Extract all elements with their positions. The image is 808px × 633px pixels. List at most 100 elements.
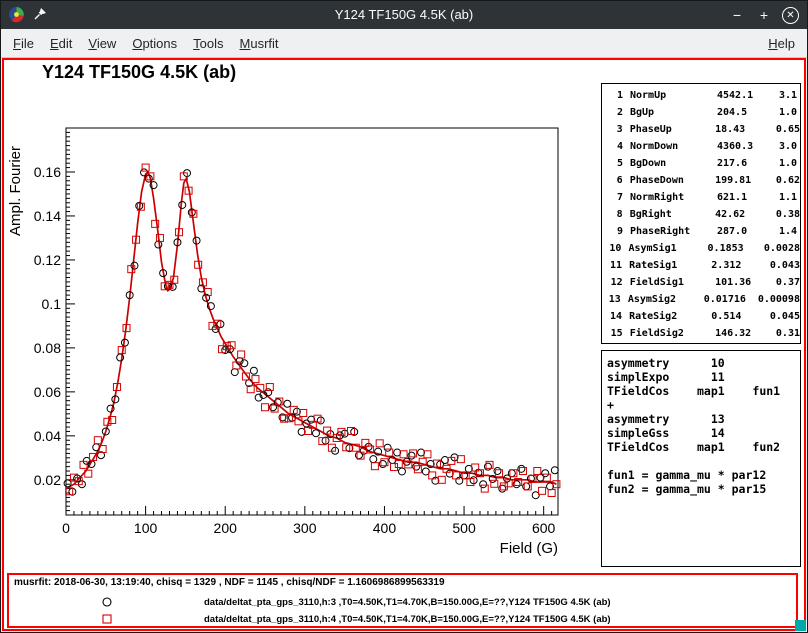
y-tick-label: 0.08 <box>34 340 61 356</box>
data-point-square <box>410 450 417 457</box>
parameter-name: RateSig2 <box>629 308 711 325</box>
menu-edit[interactable]: Edit <box>42 31 80 56</box>
menubar: File Edit View Options Tools Musrfit Hel… <box>1 29 807 58</box>
parameter-name: PhaseDown <box>630 172 715 189</box>
parameter-num: 8 <box>606 206 623 223</box>
window-title: Y124 TF150G 4.5K (ab) <box>1 1 807 29</box>
app-window: Y124 TF150G 4.5K (ab) − + ✕ File Edit Vi… <box>0 0 808 633</box>
parameter-name: FieldSig2 <box>630 325 715 342</box>
theory-lines: asymmetry 10simplExpo 11TFieldCos map1 f… <box>607 356 800 496</box>
data-point-square <box>252 376 259 383</box>
menu-help[interactable]: Help <box>760 31 803 56</box>
menu-view[interactable]: View <box>80 31 124 56</box>
data-point-circle <box>370 456 377 463</box>
menu-file[interactable]: File <box>5 31 42 56</box>
data-point-square <box>118 347 125 354</box>
parameter-num: 7 <box>606 189 623 206</box>
parameter-row: 2BgUp204.51.0 <box>606 104 800 121</box>
x-tick-label: 200 <box>214 520 238 536</box>
data-point-circle <box>494 468 501 475</box>
parameter-val: 101.36 <box>715 274 776 291</box>
maximize-button[interactable]: + <box>755 6 773 24</box>
parameter-name: AsymSig1 <box>628 240 707 257</box>
data-point-square <box>491 480 498 487</box>
parameter-val: 146.32 <box>715 325 776 342</box>
y-axis-title: Ampl. Fourier <box>7 146 24 236</box>
data-point-circle <box>551 467 558 474</box>
pin-icon[interactable] <box>32 6 48 28</box>
data-point-square <box>238 351 245 358</box>
theory-line: simpleGss 14 <box>607 426 800 440</box>
data-point-square <box>262 404 269 411</box>
parameter-err: 0.00098 <box>758 291 800 308</box>
data-point-square <box>510 470 517 477</box>
parameter-err: 0.31 <box>776 325 800 342</box>
y-tick-label: 0.06 <box>34 384 61 400</box>
parameter-row: 14RateSig20.5140.045 <box>606 308 800 325</box>
data-point-square <box>519 468 526 475</box>
data-point-circle <box>379 460 386 467</box>
data-point-square <box>142 164 149 171</box>
data-point-circle <box>408 452 415 459</box>
titlebar[interactable]: Y124 TF150G 4.5K (ab) − + ✕ <box>1 1 807 29</box>
data-point-square <box>496 470 503 477</box>
parameter-val: 287.0 <box>717 223 779 240</box>
data-point-square <box>376 440 383 447</box>
data-point-square <box>429 472 436 479</box>
parameter-num: 4 <box>606 138 623 155</box>
fourier-plot[interactable]: 01002003004005006000.020.040.060.080.10.… <box>4 60 604 572</box>
parameter-val: 4360.3 <box>717 138 779 155</box>
parameter-val: 0.514 <box>711 308 770 325</box>
parameter-name: AsymSig2 <box>628 291 704 308</box>
data-point-circle <box>523 483 530 490</box>
x-tick-label: 0 <box>62 520 70 536</box>
parameter-row: 3PhaseUp18.430.65 <box>606 121 800 138</box>
legend-row: data/deltat_pta_gps_3110,h:3 ,T0=4.50K,T… <box>9 594 796 611</box>
data-point-square <box>386 449 393 456</box>
parameter-num: 14 <box>606 308 622 325</box>
parameter-err: 0.65 <box>776 121 800 138</box>
data-point-square <box>300 409 307 416</box>
data-point-square <box>534 468 541 475</box>
data-point-square <box>486 461 493 468</box>
parameter-name: PhaseRight <box>630 223 717 240</box>
parameter-val: 4542.1 <box>717 87 779 104</box>
x-axis-title: Field (G) <box>500 540 558 557</box>
parameter-num: 6 <box>606 172 623 189</box>
parameter-num: 12 <box>606 274 623 291</box>
parameter-name: RateSig1 <box>629 257 711 274</box>
menu-musrfit[interactable]: Musrfit <box>232 31 287 56</box>
theory-line: TFieldCos map1 fun1 <box>607 384 800 398</box>
plot-frame <box>66 128 558 515</box>
fit-line <box>66 172 556 489</box>
close-button[interactable]: ✕ <box>782 7 799 24</box>
data-point-square <box>524 483 531 490</box>
parameter-name: BgRight <box>630 206 715 223</box>
data-point-square <box>371 463 378 470</box>
theory-line: + <box>607 398 800 412</box>
menu-options[interactable]: Options <box>124 31 185 56</box>
parameter-num: 5 <box>606 155 623 172</box>
parameter-row: 9PhaseRight287.01.4 <box>606 223 800 240</box>
parameter-err: 0.38 <box>776 206 800 223</box>
legend-label-run3: data/deltat_pta_gps_3110,h:3 ,T0=4.50K,T… <box>204 597 611 608</box>
canvas-corner-widget[interactable] <box>795 620 806 631</box>
parameter-row: 13AsymSig20.017160.00098 <box>606 291 800 308</box>
minimize-button[interactable]: − <box>728 6 746 24</box>
parameter-val: 2.312 <box>711 257 770 274</box>
plot-title: Y124 TF150G 4.5K (ab) <box>42 62 236 83</box>
parameter-row: 12FieldSig1101.360.37 <box>606 274 800 291</box>
data-point-circle <box>542 470 549 477</box>
parameter-row: 1NormUp4542.13.1 <box>606 87 800 104</box>
data-point-circle <box>484 463 491 470</box>
parameter-err: 3.1 <box>779 87 800 104</box>
parameter-err: 0.62 <box>776 172 800 189</box>
menu-tools[interactable]: Tools <box>185 31 231 56</box>
x-tick-label: 100 <box>134 520 158 536</box>
parameter-val: 18.43 <box>715 121 776 138</box>
root-canvas: 01002003004005006000.020.040.060.080.10.… <box>2 58 806 631</box>
legend-label-run4: data/deltat_pta_gps_3110,h:4 ,T0=4.50K,T… <box>204 614 611 625</box>
data-point-circle <box>508 470 515 477</box>
data-point-circle <box>480 481 487 488</box>
fit-info-pad: musrfit: 2018-06-30, 13:19:40, chisq = 1… <box>7 573 798 628</box>
